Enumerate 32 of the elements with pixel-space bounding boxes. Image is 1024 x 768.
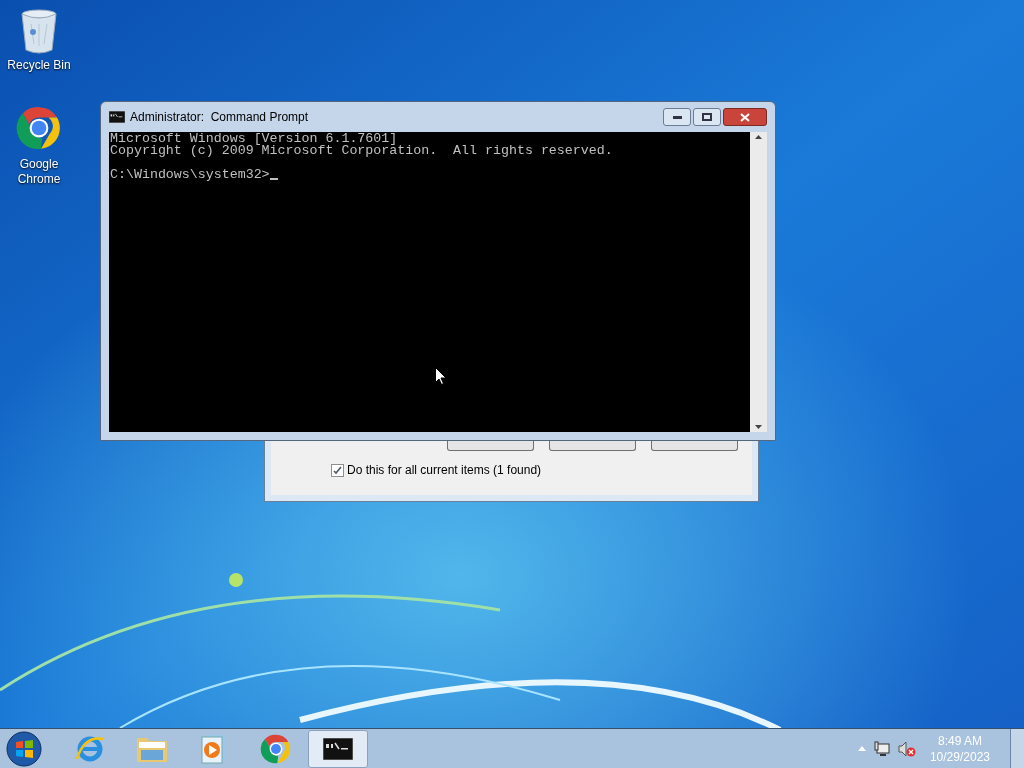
console-line: Copyright (c) 2009 Microsoft Corporation. All rights reserved. [110, 145, 614, 157]
maximize-icon [702, 113, 712, 121]
console-line: Microsoft Windows [Version 6.1.7601] [110, 133, 398, 145]
maximize-button[interactable] [693, 108, 721, 126]
checkmark-icon [333, 465, 342, 475]
minimize-icon [672, 115, 682, 119]
text-cursor [269, 178, 278, 180]
show-desktop-button[interactable] [1010, 728, 1024, 768]
scrollbar[interactable] [750, 132, 767, 432]
scroll-down-icon[interactable] [755, 425, 762, 429]
minimize-button[interactable] [663, 108, 691, 126]
scroll-up-icon[interactable] [755, 135, 762, 139]
desktop-icon-label[interactable]: Recycle Bin [7, 58, 71, 73]
taskbar-button[interactable] [308, 729, 368, 768]
console-icon [109, 111, 125, 123]
windows-logo-icon [6, 730, 42, 767]
media-player-icon [201, 733, 227, 764]
recycle-bin-icon [19, 8, 59, 54]
dialog-button[interactable] [651, 441, 738, 451]
checkbox-label: Do this for all current items (1 found) [347, 462, 542, 479]
checkbox[interactable] [331, 463, 344, 477]
close-icon [740, 112, 750, 122]
console-icon [323, 737, 353, 760]
console-prompt: C:\Windows\system32> [110, 169, 270, 181]
dialog-button[interactable] [549, 441, 636, 451]
muted-speaker-icon[interactable] [897, 740, 916, 757]
desktop-icon-label[interactable]: Google Chrome [1, 157, 77, 187]
dialog-button[interactable] [447, 441, 534, 451]
close-button[interactable] [723, 108, 767, 126]
mouse-pointer-icon [435, 367, 446, 385]
network-icon[interactable] [873, 740, 890, 757]
window-title: Administrator: Command Prompt [130, 109, 309, 126]
